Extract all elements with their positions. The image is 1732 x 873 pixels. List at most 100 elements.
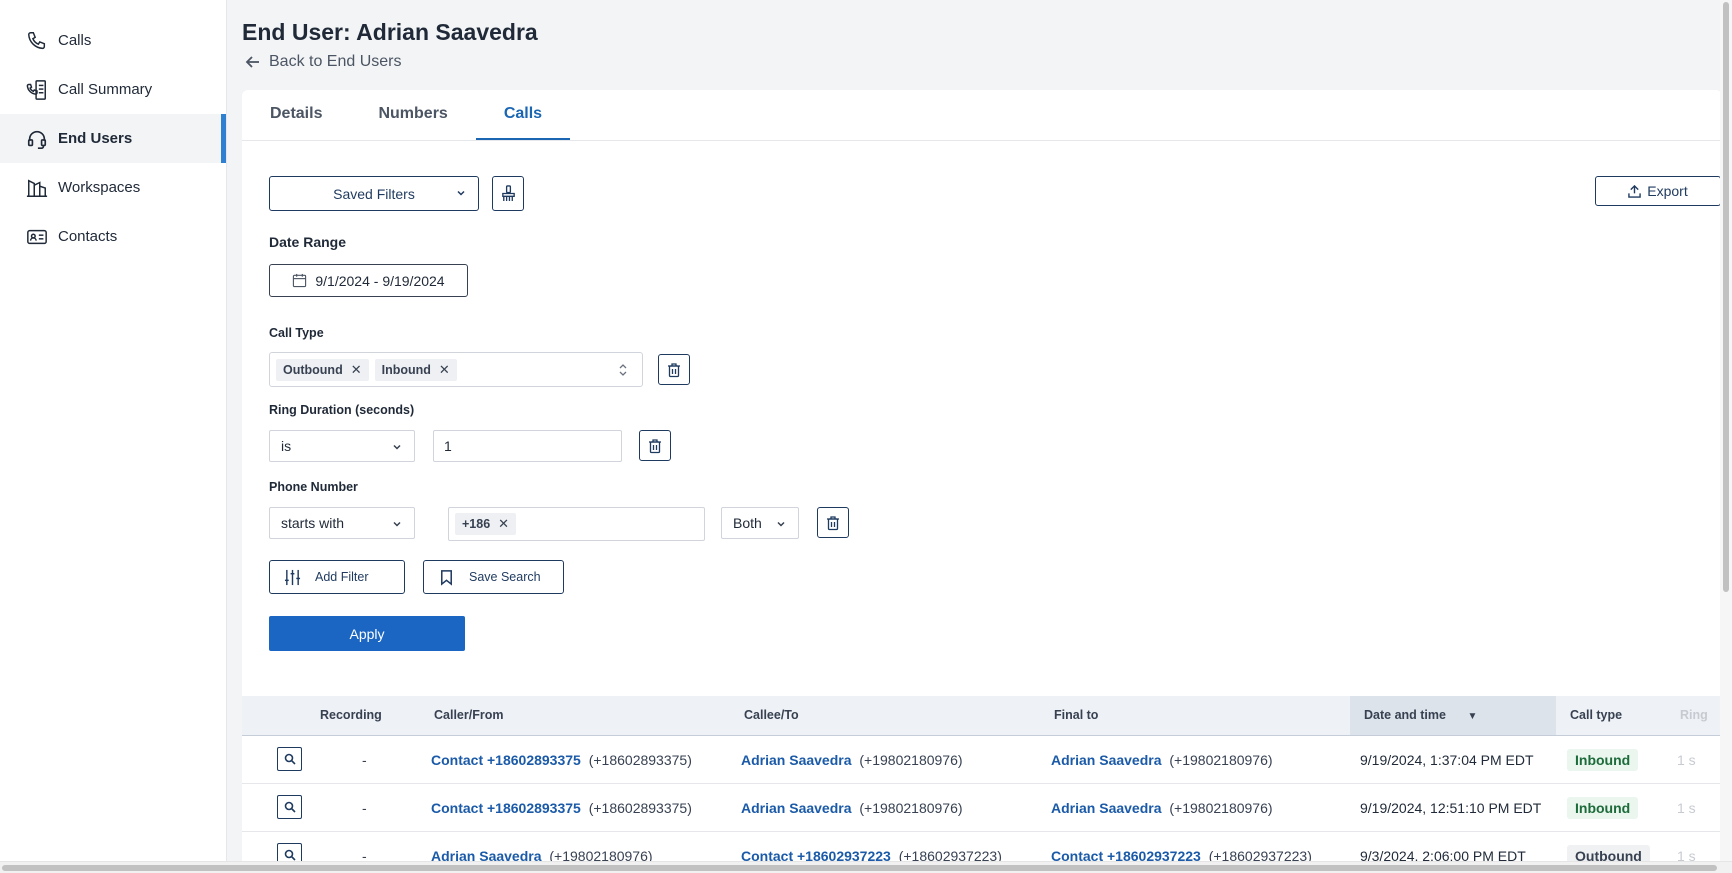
datetime-cell: 9/19/2024, 12:51:10 PM EDT xyxy=(1360,800,1542,816)
calls-table: Recording Caller/From Callee/To Final to… xyxy=(242,696,1722,873)
sidebar-item-label: Call Summary xyxy=(58,81,153,98)
phone-number-operator-value: starts with xyxy=(281,515,345,531)
sidebar-item-call-summary[interactable]: Call Summary xyxy=(0,65,226,114)
view-call-button[interactable] xyxy=(277,747,302,771)
phone-icon xyxy=(28,31,46,49)
call-type-chip: Outbound ✕ xyxy=(276,358,369,381)
call-summary-icon xyxy=(26,79,46,100)
remove-chip-icon[interactable]: ✕ xyxy=(498,516,509,532)
tab-details[interactable]: Details xyxy=(242,90,350,140)
chevron-down-icon xyxy=(393,521,401,527)
add-filter-button[interactable]: Add Filter xyxy=(269,560,405,594)
callee-link[interactable]: Adrian Saavedra xyxy=(741,752,852,768)
callee-cell: Adrian Saavedra (+19802180976) xyxy=(741,736,963,784)
recording-cell: - xyxy=(362,800,367,816)
final-to-link[interactable]: Adrian Saavedra xyxy=(1051,800,1162,816)
delete-call-type-filter-button[interactable] xyxy=(658,354,690,385)
tab-numbers[interactable]: Numbers xyxy=(350,90,475,140)
broom-icon xyxy=(501,185,515,202)
column-header-recording[interactable]: Recording xyxy=(320,696,382,735)
sliders-icon xyxy=(284,569,301,585)
main-content: End User: Adrian Saavedra Back to End Us… xyxy=(227,0,1732,873)
chevron-down-icon xyxy=(393,444,401,450)
chip-label: Inbound xyxy=(381,362,431,377)
recording-cell: - xyxy=(362,752,367,768)
end-user-card: Details Numbers Calls Saved Filters Expo… xyxy=(242,90,1722,873)
trash-icon xyxy=(827,515,839,530)
calendar-icon xyxy=(293,273,307,288)
save-search-label: Save Search xyxy=(469,570,541,584)
export-label: Export xyxy=(1647,183,1688,199)
caller-link[interactable]: Contact +18602893375 xyxy=(431,800,581,816)
callee-number: (+19802180976) xyxy=(859,800,963,816)
column-header-caller[interactable]: Caller/From xyxy=(434,696,503,735)
save-search-button[interactable]: Save Search xyxy=(423,560,564,594)
date-range-picker[interactable]: 9/1/2024 - 9/19/2024 xyxy=(269,264,468,297)
call-type-badge: Inbound xyxy=(1567,749,1639,771)
phone-number-label: Phone Number xyxy=(269,480,358,494)
caller-cell: Contact +18602893375 (+18602893375) xyxy=(431,784,692,832)
ring-duration-operator-select[interactable]: is xyxy=(269,430,415,462)
sidebar-item-label: Workspaces xyxy=(58,179,141,196)
upload-icon xyxy=(1628,184,1642,198)
caller-link[interactable]: Contact +18602893375 xyxy=(431,752,581,768)
clear-filters-button[interactable] xyxy=(492,176,524,211)
magnifier-icon xyxy=(284,849,296,861)
final-to-link[interactable]: Adrian Saavedra xyxy=(1051,752,1162,768)
final-to-number: (+19802180976) xyxy=(1169,800,1273,816)
delete-phone-number-filter-button[interactable] xyxy=(817,507,849,538)
contact-card-icon xyxy=(27,229,47,244)
final-to-cell: Adrian Saavedra (+19802180976) xyxy=(1051,784,1273,832)
trash-icon xyxy=(668,362,680,377)
sidebar-item-end-users[interactable]: End Users xyxy=(0,114,226,163)
column-header-final-to[interactable]: Final to xyxy=(1054,696,1098,735)
sidebar-item-contacts[interactable]: Contacts xyxy=(0,212,226,261)
back-link-label: Back to End Users xyxy=(269,53,402,70)
trash-icon xyxy=(649,438,661,453)
chevron-down-icon xyxy=(777,521,785,527)
sidebar-item-calls[interactable]: Calls xyxy=(0,16,226,65)
phone-number-tag-input[interactable]: +186 ✕ xyxy=(448,507,705,541)
tab-calls[interactable]: Calls xyxy=(475,90,571,140)
sidebar-item-label: Calls xyxy=(58,32,92,49)
view-call-button[interactable] xyxy=(277,795,302,819)
delete-ring-duration-filter-button[interactable] xyxy=(639,430,671,461)
datetime-cell: 9/19/2024, 1:37:04 PM EDT xyxy=(1360,752,1534,768)
column-header-datetime-label: Date and time xyxy=(1364,708,1446,722)
chip-label: Outbound xyxy=(283,362,343,377)
caller-number: (+18602893375) xyxy=(588,752,692,768)
remove-chip-icon[interactable]: ✕ xyxy=(351,362,362,378)
caller-number: (+18602893375) xyxy=(588,800,692,816)
callee-link[interactable]: Adrian Saavedra xyxy=(741,800,852,816)
ring-duration-input[interactable]: 1 xyxy=(433,430,622,462)
column-header-ring[interactable]: Ring xyxy=(1680,696,1708,735)
call-type-multiselect[interactable]: Outbound ✕ Inbound ✕ xyxy=(269,352,643,387)
back-to-end-users-link[interactable]: Back to End Users xyxy=(245,53,402,71)
column-header-datetime[interactable]: Date and time ▼ xyxy=(1350,696,1556,735)
callee-number: (+19802180976) xyxy=(859,752,963,768)
table-header: Recording Caller/From Callee/To Final to… xyxy=(242,696,1722,736)
table-row: - Contact +18602893375 (+18602893375) Ad… xyxy=(242,736,1722,784)
saved-filters-dropdown[interactable]: Saved Filters xyxy=(269,176,479,211)
ring-cell: 1 s xyxy=(1677,800,1696,816)
horizontal-scrollbar-thumb[interactable] xyxy=(2,865,1717,871)
vertical-scrollbar[interactable] xyxy=(1720,0,1732,861)
column-header-call-type[interactable]: Call type xyxy=(1570,696,1622,735)
sidebar: Calls Call Summary End Users Workspaces … xyxy=(0,0,227,873)
vertical-scrollbar-thumb[interactable] xyxy=(1723,2,1729,592)
sidebar-item-workspaces[interactable]: Workspaces xyxy=(0,163,226,212)
ring-duration-label: Ring Duration (seconds) xyxy=(269,403,415,417)
up-down-chevron-icon xyxy=(619,364,627,376)
horizontal-scrollbar[interactable] xyxy=(0,861,1732,873)
phone-number-operator-select[interactable]: starts with xyxy=(269,507,415,539)
page-title: End User: Adrian Saavedra xyxy=(242,19,538,45)
remove-chip-icon[interactable]: ✕ xyxy=(439,362,450,378)
column-header-callee[interactable]: Callee/To xyxy=(744,696,799,735)
building-icon xyxy=(26,178,48,197)
apply-button[interactable]: Apply xyxy=(269,616,465,651)
export-button[interactable]: Export xyxy=(1595,176,1721,206)
callee-cell: Adrian Saavedra (+19802180976) xyxy=(741,784,963,832)
sidebar-item-label: End Users xyxy=(58,130,133,147)
bookmark-icon xyxy=(441,569,452,586)
phone-number-direction-select[interactable]: Both xyxy=(721,507,799,539)
